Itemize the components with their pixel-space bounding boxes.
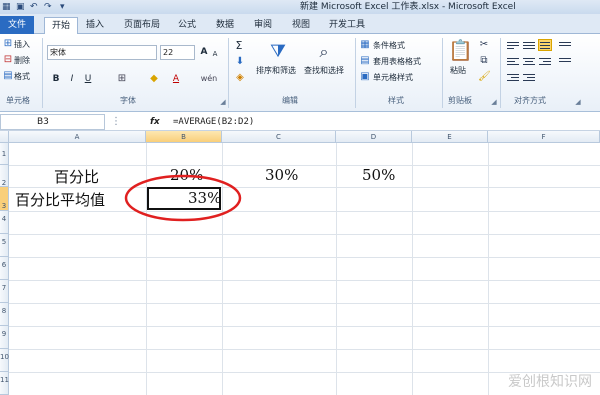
table-format-icon: ▤ (360, 55, 370, 66)
group-separator (442, 38, 443, 108)
table-format-button[interactable]: 套用表格格式 (373, 57, 421, 67)
delete-button[interactable]: 删除 (14, 56, 30, 66)
copy-icon[interactable]: ⧉ (478, 55, 490, 67)
tab-insert[interactable]: 插入 (80, 17, 110, 34)
worksheet-grid: A B C D E F 1 2 3 4 5 6 7 8 9 10 11 百分比 … (0, 131, 600, 395)
save-icon[interactable]: ▣ (16, 1, 25, 13)
excel-logo-icon[interactable]: ▦ (2, 1, 11, 13)
clipboard-group-label: 剪贴板 (448, 96, 472, 105)
font-group-label: 字体 (120, 96, 136, 105)
formula-bar: B3 ⋮ fx =AVERAGE(B2:D2) (0, 113, 600, 131)
format-button[interactable]: 格式 (14, 72, 30, 82)
tab-view[interactable]: 视图 (286, 17, 316, 34)
cell-styles-button[interactable]: 单元格样式 (373, 73, 413, 83)
ribbon-tabs: 文件 开始 插入 页面布局 公式 数据 审阅 视图 开发工具 (0, 14, 600, 35)
paste-button[interactable]: 粘贴 (450, 66, 466, 76)
delete-icon: ⊟ (3, 54, 13, 65)
binoculars-icon: ⌕ (319, 42, 329, 61)
window-title: 新建 Microsoft Excel 工作表.xlsx - Microsoft … (300, 2, 516, 12)
cells-group-label: 单元格 (6, 96, 30, 105)
watermark-text: 爱创根知识网 (508, 374, 592, 390)
formula-input[interactable]: =AVERAGE(B2:D2) (173, 115, 254, 129)
tab-page-layout[interactable]: 页面布局 (118, 17, 166, 34)
clear-icon[interactable]: ◈ (234, 72, 246, 84)
tab-data[interactable]: 数据 (210, 17, 240, 34)
tab-formulas[interactable]: 公式 (172, 17, 202, 34)
phonetic-button[interactable]: wén (200, 72, 218, 86)
redo-icon[interactable]: ↷ (44, 1, 52, 13)
align-center-icon[interactable] (522, 56, 536, 68)
group-separator (42, 38, 43, 108)
title-bar: ▦ ▣ ↶ ↷ ▾ 新建 Microsoft Excel 工作表.xlsx - … (0, 0, 600, 14)
insert-button[interactable]: 插入 (14, 40, 30, 50)
ribbon: ⊞ 插入 ⊟ 删除 ▤ 格式 单元格 宋体 22 A A B I U ⊞ ◆ A… (0, 34, 600, 112)
paste-icon: 📋 (448, 38, 473, 62)
grow-font-button[interactable]: A (198, 45, 210, 59)
orientation-icon[interactable] (558, 40, 572, 52)
decrease-indent-icon[interactable] (506, 72, 520, 84)
merge-center-icon[interactable] (558, 56, 572, 68)
italic-button[interactable]: I (66, 72, 78, 86)
cell-styles-icon: ▣ (360, 71, 370, 82)
align-top-icon[interactable] (506, 40, 520, 52)
align-left-icon[interactable] (506, 56, 520, 68)
alignment-group-label: 对齐方式 (514, 96, 546, 105)
alignment-dialog-launcher-icon[interactable]: ◢ (572, 96, 584, 108)
bold-button[interactable]: B (50, 72, 62, 86)
conditional-format-button[interactable]: 条件格式 (373, 41, 405, 51)
group-separator (500, 38, 501, 108)
editing-group-label: 编辑 (282, 96, 298, 105)
underline-button[interactable]: U (82, 72, 94, 86)
red-ellipse-annotation (124, 174, 242, 222)
name-box[interactable]: B3 (0, 114, 105, 130)
styles-group-label: 样式 (388, 96, 404, 105)
increase-indent-icon[interactable] (522, 72, 536, 84)
tab-developer[interactable]: 开发工具 (324, 17, 370, 34)
tab-file[interactable]: 文件 (0, 16, 34, 34)
font-color-button[interactable]: A (170, 72, 182, 86)
align-right-icon[interactable] (538, 56, 552, 68)
find-select-button[interactable]: 查找和选择 (304, 66, 344, 76)
cut-icon[interactable]: ✂ (478, 39, 490, 51)
shrink-font-button[interactable]: A (210, 47, 220, 61)
border-icon[interactable]: ⊞ (116, 73, 128, 85)
sort-filter-button[interactable]: 排序和筛选 (256, 66, 296, 76)
undo-icon[interactable]: ↶ (30, 1, 38, 13)
fill-color-icon[interactable]: ◆ (148, 73, 160, 85)
align-middle-icon[interactable] (522, 40, 536, 52)
clipboard-dialog-launcher-icon[interactable]: ◢ (488, 96, 500, 108)
conditional-format-icon: ▦ (360, 39, 370, 50)
font-size-box[interactable]: 22 (160, 45, 195, 60)
insert-function-button[interactable]: fx (150, 115, 160, 129)
tab-review[interactable]: 审阅 (248, 17, 278, 34)
format-icon: ▤ (3, 70, 13, 81)
group-separator (355, 38, 356, 108)
sort-filter-icon: ⧩ (269, 41, 287, 62)
fill-icon[interactable]: ⬇ (234, 56, 246, 68)
font-name-box[interactable]: 宋体 (47, 45, 157, 60)
group-separator (228, 38, 229, 108)
insert-icon: ⊞ (3, 38, 13, 49)
formula-bar-toggle-icon[interactable]: ⋮ (110, 116, 122, 128)
align-bottom-icon[interactable] (538, 39, 552, 51)
autosum-button[interactable]: Σ (234, 39, 244, 53)
tab-home[interactable]: 开始 (44, 17, 78, 35)
quick-access-more-icon[interactable]: ▾ (60, 1, 65, 13)
annotation-svg (124, 174, 242, 222)
format-painter-icon[interactable]: 🖌 (478, 71, 491, 83)
